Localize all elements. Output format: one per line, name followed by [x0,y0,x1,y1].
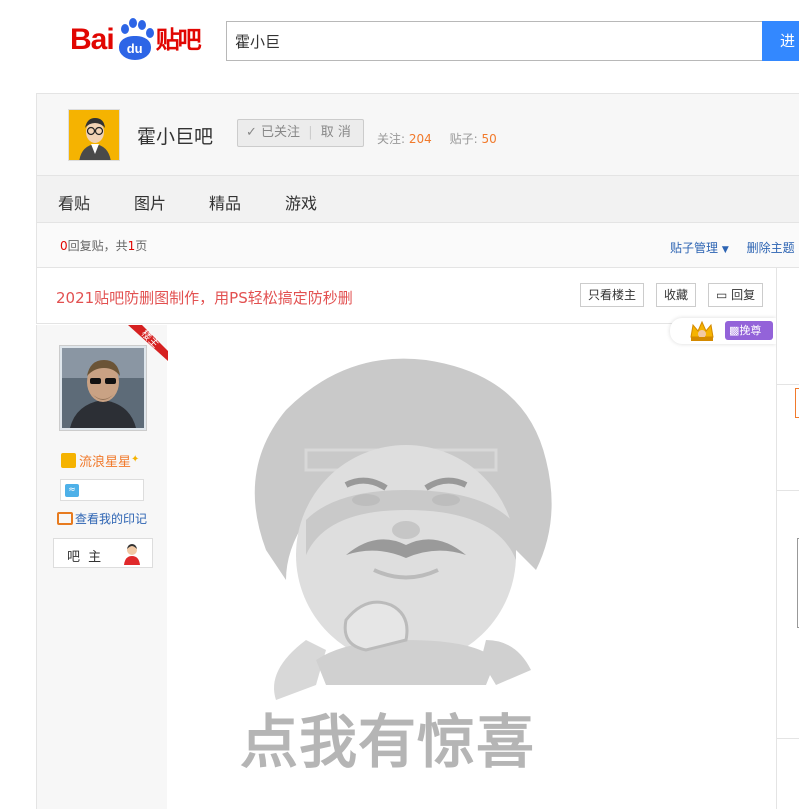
comment-icon: ▭ [716,288,728,302]
follow-button[interactable]: ✓ 已关注 | 取 消 [237,119,364,147]
reply-button[interactable]: ▭ 回复 [708,283,764,307]
forum-stats: 关注: 204 贴子: 50 [377,130,511,147]
hand-icon: ▩ [729,324,740,337]
forum-header: 霍小巨吧 ✓ 已关注 | 取 消 关注: 204 贴子: 50 [36,93,799,175]
only-op-button[interactable]: 只看楼主 [580,283,645,307]
owner-role: 吧 主 [67,550,104,565]
followers-label: 关注: [377,132,406,146]
level-box[interactable]: ≈ [60,479,144,501]
divider [777,384,799,385]
view-mark-text: 查看我的印记 [75,512,148,526]
author-name[interactable]: 流浪星星✦ [61,451,139,470]
badge-pill: ▩挽尊 [725,321,773,340]
star-icon: ✦ [131,454,140,465]
post-title-bar: 2021贴吧防删图制作，用PS轻松搞定防秒删 只看楼主 收藏 ▭ 回复 [36,268,776,324]
paw-icon: du [115,18,155,62]
reply-label: 回复 [731,288,756,302]
manage-post-link[interactable]: 贴子管理 [670,241,718,255]
forum-name[interactable]: 霍小巨吧 [137,122,213,149]
logo-bai: Bai [70,23,115,56]
unfollow-link[interactable]: 取 消 [321,125,351,140]
search-input[interactable] [226,21,762,61]
right-sidebar-strip [776,268,799,809]
caret-down-icon: ▼ [721,245,729,255]
reply-info-bar: 0回复贴，共1页 贴子管理 ▼ 删除主题 [36,223,799,268]
follow-state: 已关注 [261,125,301,140]
support-badge[interactable]: ▩挽尊 [670,318,776,344]
tab-kantie[interactable]: 看贴 [58,190,90,214]
badge-text: 挽尊 [739,324,762,337]
page-suffix: 页 [135,239,148,253]
posts-label: 贴子: [449,132,478,146]
view-mark-link[interactable]: 查看我的印记 [57,510,147,527]
reply-count: 0回复贴，共1页 [60,237,147,254]
wave-icon: ≈ [65,484,79,497]
check-icon: ✓ [246,125,257,140]
reply-count-text: 回复贴，共 [67,239,128,253]
logo-du: du [118,36,151,60]
forum-nav: 看贴 图片 精品 游戏 [36,175,799,223]
divider [777,490,799,491]
posts-count: 50 [481,132,497,146]
page: Bai du 贴吧 进 霍小巨吧 ✓ [0,0,799,809]
owner-icon [124,544,140,565]
level-badge-icon [61,453,76,468]
enter-forum-button[interactable]: 进 [762,21,799,61]
delete-topic-link[interactable]: 删除主题 [747,241,795,255]
book-icon [57,512,73,525]
tab-featured[interactable]: 精品 [209,190,241,214]
op-ribbon: 楼主 [128,325,168,361]
divider [777,738,799,739]
crown-icon [690,320,714,341]
forum-avatar[interactable] [68,109,120,161]
reply-count-number: 0 [60,239,68,253]
author-name-text: 流浪星星 [79,455,132,470]
forum-owner-box: 吧 主 [53,538,153,568]
meme-caption: 点我有惊喜 [240,708,536,776]
baidu-tieba-logo[interactable]: Bai du 贴吧 [70,12,202,62]
tab-pictures[interactable]: 图片 [134,190,166,214]
post-title: 2021贴吧防删图制作，用PS轻松搞定防秒删 [56,289,353,307]
collect-button[interactable]: 收藏 [656,283,697,307]
tab-games[interactable]: 游戏 [285,190,317,214]
logo-tieba: 贴吧 [155,26,202,54]
sidebar-edge-box [795,388,799,418]
author-column: 流浪星星✦ ≈ 查看我的印记 吧 主 [36,325,167,809]
divider: | [308,125,313,140]
followers-count: 204 [408,132,432,146]
manage-links: 贴子管理 ▼ 删除主题 [670,239,795,256]
